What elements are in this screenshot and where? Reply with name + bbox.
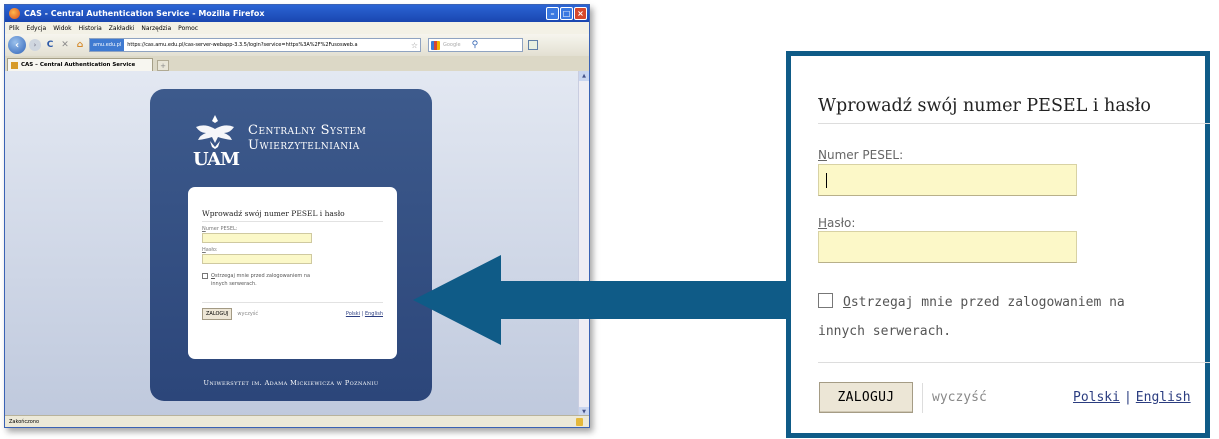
title-bar: CAS - Central Authentication Service - M… [5,5,589,22]
pesel-input[interactable] [818,164,1077,196]
mini-warn-text: Ostrzegaj mnie przed zalogowaniem na inny… [211,273,311,287]
menu-item-plik[interactable]: Plik [9,25,19,32]
window-title: CAS - Central Authentication Service - M… [24,9,265,18]
mini-clear-link[interactable]: wyczyść [237,311,258,317]
status-bar: Zakończono [5,415,589,427]
mini-actions: ZALOGUJ wyczyść Polski | English [202,302,383,320]
site-identity-badge[interactable]: amu.edu.pl [90,39,125,51]
search-box[interactable]: Google ⚲ [428,38,523,52]
minimize-icon[interactable]: – [546,7,559,20]
mini-pesel-label: Numer PESEL: [202,226,238,232]
menu-item-zakladki[interactable]: Zakładki [109,25,135,32]
mini-login-button[interactable]: ZALOGUJ [202,308,233,320]
scroll-up-icon[interactable]: ▲ [579,71,589,81]
system-title: Centralny System Uwierzytelniania [248,123,366,153]
tab-cas[interactable]: CAS – Central Authentication Service [7,58,153,71]
button-separator [922,383,923,413]
mini-lang-polish[interactable]: Polski [346,311,360,317]
close-icon[interactable]: × [574,7,587,20]
pesel-label: Numer PESEL: [818,148,904,162]
clear-button[interactable]: wyczyść [932,390,987,405]
mini-password-input[interactable] [202,254,312,264]
address-bar[interactable]: amu.edu.pl https://cas.amu.edu.pl/cas-se… [89,38,421,52]
forward-icon[interactable]: › [29,39,41,51]
navigation-toolbar: ‹ › C ✕ ⌂ amu.edu.pl https://cas.amu.edu… [5,34,589,56]
cas-panel: Centralny System Uwierzytelniania UAM Wp… [150,89,432,401]
mini-language-switch: Polski | English [345,311,383,317]
home-icon[interactable]: ⌂ [74,40,86,50]
warn-text-line1: Ostrzegaj mnie przed zalogowaniem na [843,295,1125,310]
bookmarks-icon[interactable] [528,40,538,50]
firefox-icon [9,8,20,19]
mini-lang-english[interactable]: English [365,311,383,317]
url-text: https://cas.amu.edu.pl/cas-server-webapp… [127,42,358,48]
login-button[interactable]: ZALOGUJ [819,382,913,413]
actions-divider [818,362,1210,363]
mini-warn-row: Ostrzegaj mnie przed zalogowaniem na inny… [202,272,383,288]
warn-checkbox[interactable] [818,293,833,308]
menu-item-pomoc[interactable]: Pomoc [178,25,198,32]
scrollbar[interactable]: ▲ ▼ [578,71,589,417]
stop-icon[interactable]: ✕ [59,40,71,50]
menu-bar: Plik Edycja Widok Historia Zakładki Narz… [5,22,589,34]
search-icon[interactable]: ⚲ [472,40,479,50]
warn-option: Ostrzegaj mnie przed zalogowaniem na inn… [818,288,1178,346]
favicon-icon [11,61,18,69]
menu-item-narzedzia[interactable]: Narzędzia [141,25,171,32]
tab-bar: CAS – Central Authentication Service + [5,56,589,71]
lang-english-link[interactable]: English [1136,390,1191,405]
menu-item-edycja[interactable]: Edycja [26,25,46,32]
reload-icon[interactable]: C [44,40,56,50]
tab-label: CAS – Central Authentication Service [21,62,136,68]
mini-password-label: Hasło: [202,247,218,253]
search-placeholder: Google [443,42,461,48]
university-footer: Uniwersytet im. Adama Mickiewicza w Pozn… [203,379,379,387]
password-input[interactable] [818,231,1077,263]
mini-pesel-input[interactable] [202,233,312,243]
lang-separator: | [1123,390,1132,405]
password-label: Hasło: [818,216,856,230]
back-icon[interactable]: ‹ [8,36,26,54]
language-switch: Polski | English [1073,390,1191,405]
login-heading: Wprowadź swój numer PESEL i hasło [818,96,1210,124]
text-caret [826,173,827,188]
uam-logo-text: UAM [193,149,240,170]
browser-window: CAS - Central Authentication Service - M… [4,4,590,428]
google-icon [431,40,440,50]
system-title-line1: Centralny System [248,123,367,138]
status-text: Zakończono [9,418,40,425]
lock-icon [576,418,583,426]
system-title-line2: Uwierzytelniania [248,138,360,153]
zoomed-login-panel: Wprowadź swój numer PESEL i hasło Numer … [786,51,1210,438]
page-viewport: Centralny System Uwierzytelniania UAM Wp… [5,71,580,417]
menu-item-widok[interactable]: Widok [53,25,71,32]
mini-heading: Wprowadź swój numer PESEL i hasło [202,209,383,222]
mini-warn-checkbox[interactable] [202,273,208,279]
mini-login-card: Wprowadź swój numer PESEL i hasło Numer … [188,187,397,359]
window-controls: – □ × [546,7,587,20]
pointer-arrow [413,255,789,345]
star-icon[interactable]: ☆ [411,41,418,50]
menu-item-historia[interactable]: Historia [79,25,102,32]
new-tab-icon[interactable]: + [157,60,169,71]
warn-text-line2: innych serwerach. [818,324,952,339]
maximize-icon[interactable]: □ [560,7,573,20]
lang-polish-link[interactable]: Polski [1073,390,1120,405]
